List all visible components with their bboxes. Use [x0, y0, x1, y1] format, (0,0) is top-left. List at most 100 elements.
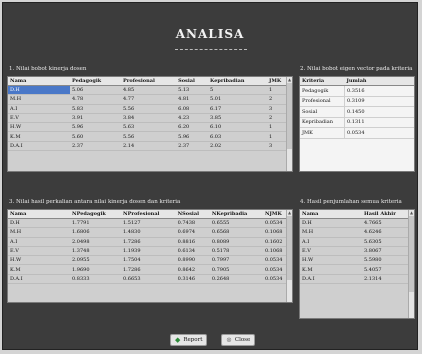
scroll-up-icon[interactable]: ▲ — [287, 77, 292, 82]
section1-label: 1. Nilai bobot kinerja dosen — [9, 66, 87, 72]
table-row[interactable]: M.H 1.6806 1.4830 0.6974 0.6568 0.1068 — [8, 227, 292, 238]
close-button[interactable]: ⊗ Close — [221, 334, 256, 346]
column-header[interactable]: Kriteria — [300, 77, 345, 86]
table-row[interactable]: Kepribadian 0.1311 — [300, 117, 414, 128]
scroll-thumb[interactable] — [287, 216, 292, 281]
table-cell: JMK — [300, 127, 345, 139]
table-row[interactable]: D.A.I 2.1314 — [300, 274, 414, 285]
table-cell: 6.17 — [208, 104, 268, 114]
table-cell: 0.6555 — [209, 218, 263, 229]
table-cell: 5.60 — [70, 131, 121, 142]
table-row[interactable]: A.I 5.83 5.56 6.08 6.17 3 — [8, 104, 292, 114]
scroll-thumb[interactable] — [409, 216, 414, 292]
table-row[interactable]: A.I 5.6305 — [300, 237, 414, 247]
table-cell: E.V — [8, 246, 70, 257]
table-cell: 2.1314 — [362, 274, 414, 285]
table-cell: 1.5127 — [121, 218, 176, 229]
kinerja-scrollbar[interactable]: ▲ — [286, 77, 292, 171]
scroll-up-icon[interactable]: ▲ — [287, 210, 292, 215]
table-row[interactable]: A.I 2.0498 1.7286 0.8816 0.8089 0.1602 — [8, 237, 292, 247]
column-header[interactable]: NSosial — [175, 210, 210, 219]
table-cell: M.H — [8, 94, 70, 105]
report-button[interactable]: ◆ Report — [170, 334, 208, 346]
column-header[interactable]: Profesional — [121, 77, 177, 86]
table-cell: 4.85 — [121, 85, 177, 96]
scroll-up-icon[interactable]: ▲ — [409, 210, 414, 215]
table-cell: A.I — [8, 104, 70, 114]
table-cell: 2.37 — [176, 141, 209, 152]
hasil-scrollbar[interactable]: ▲ — [408, 210, 414, 318]
column-header[interactable]: NKepribadia — [209, 210, 263, 219]
table-cell: 4.6246 — [362, 227, 414, 238]
column-header[interactable]: Nama — [8, 77, 70, 86]
table-row[interactable]: K.M 5.60 5.56 5.96 6.03 1 — [8, 131, 292, 142]
scroll-thumb[interactable] — [287, 83, 292, 149]
table-cell: 2.0955 — [70, 255, 121, 266]
eigen-vector-table[interactable]: Kriteria Jumlah Pedagogik 0.3516 Profesiona… — [299, 76, 415, 172]
table-cell: 1.7286 — [121, 237, 176, 247]
perkalian-table[interactable]: Nama NPedagogik NProfesional NSosial NKeprib… — [7, 209, 293, 303]
table-cell: 4.7665 — [362, 218, 414, 229]
table-cell: 0.3146 — [175, 274, 210, 285]
table-row[interactable]: D.H 1.7791 1.5127 0.7438 0.6555 0.0534 — [8, 218, 292, 229]
table-cell: 0.6134 — [175, 246, 210, 257]
table-cell: D.H — [8, 218, 70, 229]
table-cell: 4.81 — [176, 94, 209, 105]
table-cell: 6.20 — [176, 122, 209, 133]
hasil-akhir-table[interactable]: Nama Hasil Akhir D.H 4.7665 M.H 4.6246 A.I 5.6… — [299, 209, 415, 319]
table-row[interactable]: E.V 3.8067 — [300, 246, 414, 257]
table-cell: 4.77 — [121, 94, 177, 105]
table-cell: 0.7997 — [209, 255, 263, 266]
table-row[interactable]: Pedagogik 0.3516 — [300, 85, 414, 97]
table-cell: 0.6974 — [175, 227, 210, 238]
table-cell: Profesional — [300, 96, 345, 107]
column-header[interactable]: Sosial — [176, 77, 209, 86]
table-cell: 0.7905 — [209, 264, 263, 275]
table-cell: D.A.I — [8, 274, 70, 285]
table-row[interactable]: M.H 4.6246 — [300, 227, 414, 238]
section3-label: 3. Nilai hasil perkalian antara nilai ki… — [9, 199, 181, 205]
column-header[interactable]: Nama — [300, 210, 362, 219]
column-header[interactable]: NPedagogik — [70, 210, 121, 219]
kinerja-table[interactable]: Nama Pedagogik Profesional Sosial Kepribadia… — [7, 76, 293, 172]
table-cell: 0.8990 — [175, 255, 210, 266]
table-cell: 0.6568 — [209, 227, 263, 238]
table-row[interactable]: M.H 4.78 4.77 4.81 5.01 2 — [8, 94, 292, 105]
column-header[interactable]: Nama — [8, 210, 70, 219]
table-cell: 3.91 — [70, 113, 121, 124]
table-cell: 0.6653 — [121, 274, 176, 285]
table-row[interactable]: E.V 3.91 3.84 4.23 3.85 2 — [8, 113, 292, 124]
table-cell: 2.0498 — [70, 237, 121, 247]
column-header[interactable]: NProfesional — [121, 210, 176, 219]
table-cell: D.H — [8, 85, 70, 96]
table-row[interactable]: K.M 1.9690 1.7286 0.8642 0.7905 0.0534 — [8, 264, 292, 275]
page-title: ANALISA — [175, 27, 245, 41]
table-cell: 0.8089 — [209, 237, 263, 247]
table-cell: 2.02 — [208, 141, 268, 152]
table-cell: H.W — [8, 122, 70, 133]
table-row[interactable]: K.M 5.4057 — [300, 264, 414, 275]
table-cell: A.I — [300, 237, 362, 247]
table-row[interactable]: D.H 5.06 4.85 5.13 5 1 — [8, 85, 292, 96]
table-cell: D.A.I — [8, 141, 70, 152]
close-button-label: Close — [234, 337, 251, 343]
table-row[interactable]: D.H 4.7665 — [300, 218, 414, 229]
table-cell: 0.1311 — [344, 117, 414, 128]
perkalian-scrollbar[interactable]: ▲ — [286, 210, 292, 302]
column-header[interactable]: Jumlah — [344, 77, 414, 86]
table-cell: 1.9690 — [70, 264, 121, 275]
table-row[interactable]: Profesional 0.3109 — [300, 96, 414, 107]
table-cell: 5.83 — [70, 104, 121, 114]
table-row[interactable]: H.W 2.0955 1.7504 0.8990 0.7997 0.0534 — [8, 255, 292, 266]
table-row[interactable]: E.V 1.3748 1.1939 0.6134 0.5178 0.1068 — [8, 246, 292, 257]
section2-label: 2. Nilai bobot eigen vector pada kriteri… — [300, 66, 413, 72]
table-row[interactable]: H.W 5.96 5.63 6.20 6.10 1 — [8, 122, 292, 133]
table-row[interactable]: Sosial 0.1450 — [300, 106, 414, 118]
table-row[interactable]: H.W 5.5980 — [300, 255, 414, 266]
table-row[interactable]: JMK 0.0534 — [300, 127, 414, 139]
table-row[interactable]: D.A.I 0.8333 0.6653 0.3146 0.2648 0.0534 — [8, 274, 292, 285]
column-header[interactable]: Hasil Akhir — [362, 210, 414, 219]
table-row[interactable]: D.A.I 2.37 2.14 2.37 2.02 3 — [8, 141, 292, 152]
column-header[interactable]: Pedagogik — [70, 77, 121, 86]
column-header[interactable]: Kepribadian — [208, 77, 268, 86]
